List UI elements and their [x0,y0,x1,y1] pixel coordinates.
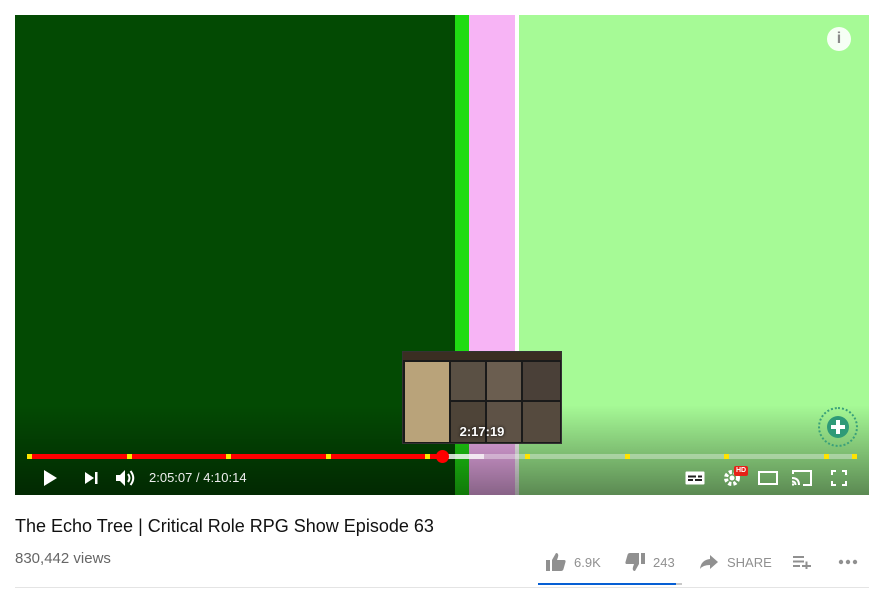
thumb-down-icon [625,553,645,571]
channel-watermark-icon[interactable] [818,407,858,447]
progress-bar[interactable] [27,450,857,463]
share-label: SHARE [727,554,772,570]
subtitles-icon[interactable] [683,461,707,495]
time-display: 2:05:07 / 4:10:14 [149,461,247,495]
chapter-marker [425,454,431,459]
thumb-up-icon [546,553,566,571]
settings-icon[interactable]: HD [720,461,749,495]
add-to-playlist-button[interactable] [793,548,811,576]
fullscreen-icon[interactable] [827,461,851,495]
more-actions-button[interactable] [838,548,858,576]
cast-icon[interactable] [789,461,815,495]
share-button[interactable]: SHARE [700,548,772,576]
next-icon[interactable] [79,461,103,495]
volume-icon[interactable] [113,461,139,495]
chapter-marker [325,454,331,459]
current-time: 2:05:07 [149,470,193,485]
like-count: 6.9K [574,554,601,570]
preview-timestamp: 2:17:19 [459,424,505,439]
more-icon [838,559,858,565]
info-icon[interactable]: i [827,27,851,51]
dislike-count: 243 [653,554,675,570]
info-glyph: i [836,30,842,47]
hd-badge: HD [734,466,749,476]
play-icon[interactable] [37,461,63,495]
add-to-playlist-icon [793,556,811,569]
sentiment-bar [538,583,682,585]
like-button[interactable]: 6.9K [546,548,601,576]
player-controls: 2:05:07 / 4:10:14 HD [15,461,869,495]
chapter-marker [823,454,829,459]
sentiment-bar-likes [538,583,677,585]
miniplayer-icon[interactable] [755,461,781,495]
chapter-marker [724,454,730,459]
chapter-marker [126,454,132,459]
view-count: 830,442 views [15,550,111,567]
share-icon [700,555,718,569]
seek-preview-thumbnail: 2:17:19 [402,351,562,444]
chapter-marker [852,454,857,459]
chapter-marker [525,454,530,459]
chapter-marker [27,454,32,459]
duration: 4:10:14 [203,470,247,485]
chapter-marker [226,454,232,459]
time-separator: / [192,470,204,485]
dislike-button[interactable]: 243 [625,548,675,576]
section-divider [15,587,869,588]
video-player[interactable]: i 2:17:19 2:05:07 / 4:10:14 HD [15,15,869,495]
progress-played [27,454,442,459]
video-title: The Echo Tree | Critical Role RPG Show E… [15,516,434,536]
chapter-marker [624,454,630,459]
